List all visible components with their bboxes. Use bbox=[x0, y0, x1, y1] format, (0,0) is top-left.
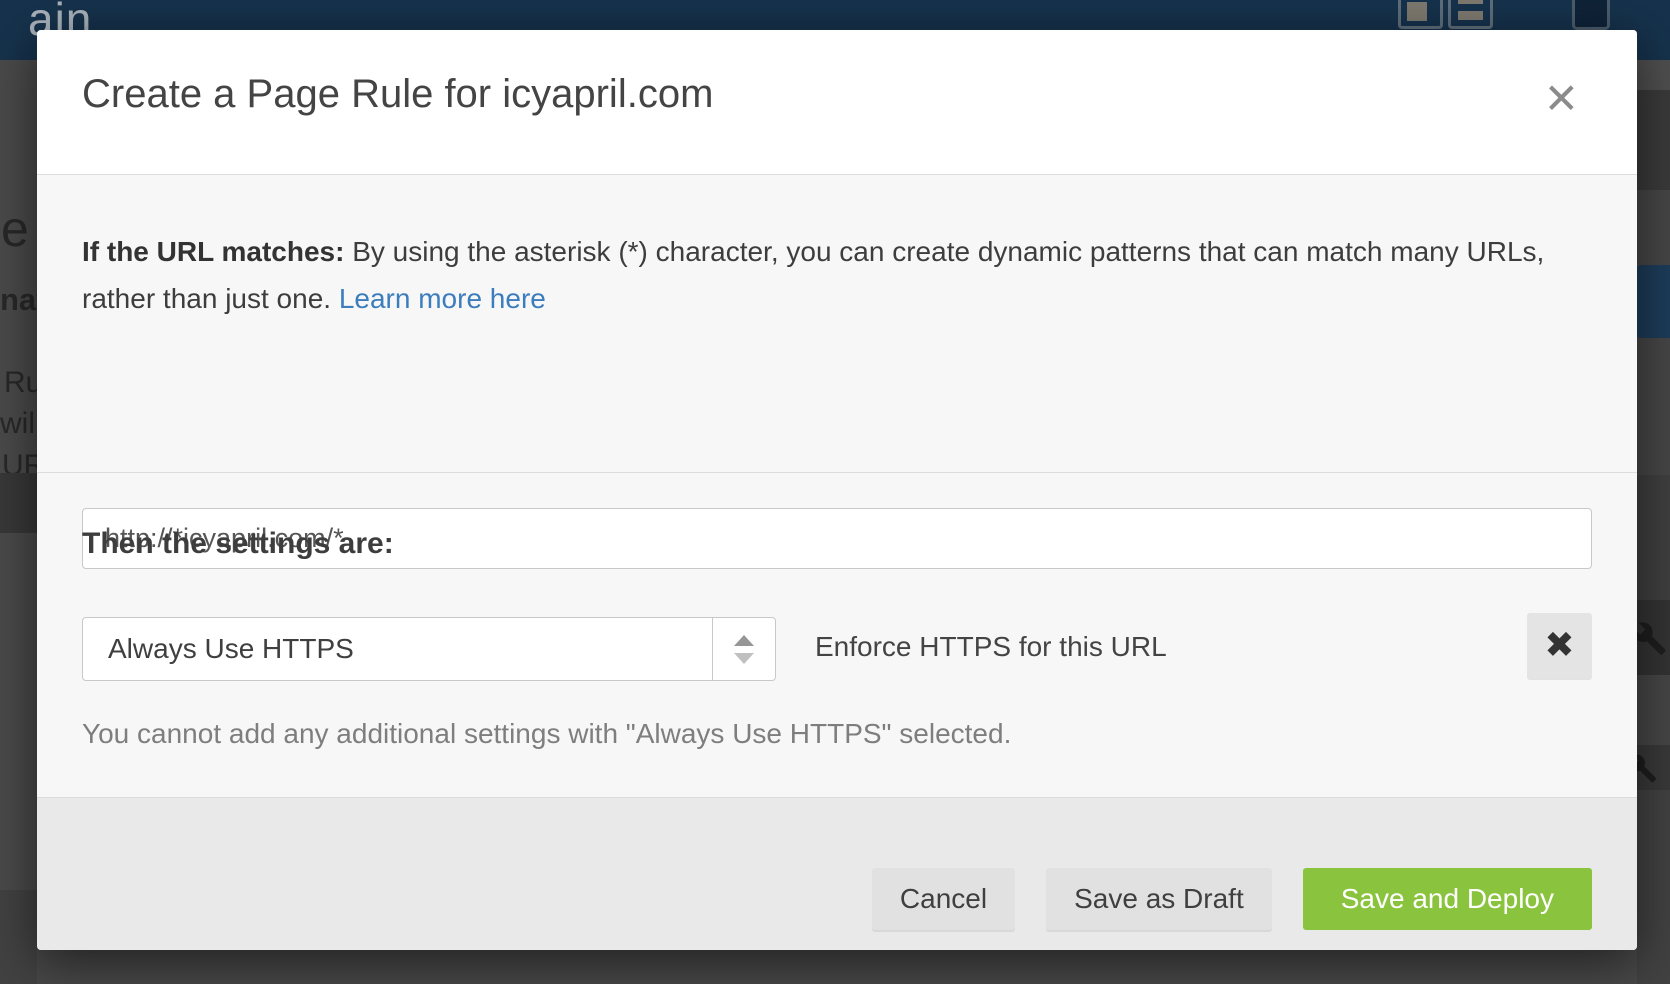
remove-icon: ✖ bbox=[1544, 625, 1574, 666]
cancel-button[interactable]: Cancel bbox=[872, 868, 1015, 930]
background-text-fragment: nav bbox=[0, 282, 37, 318]
footer-buttons: Cancel Save as Draft Save and Deploy bbox=[872, 868, 1592, 930]
card-view-icon bbox=[1398, 0, 1443, 29]
list-view-icon bbox=[1448, 0, 1493, 29]
page-root: ain. e nav Ru will UR Create a Page bbox=[0, 0, 1670, 984]
settings-heading: Then the settings are: bbox=[82, 527, 394, 561]
url-match-label: If the URL matches: bbox=[82, 236, 344, 267]
select-spinner[interactable] bbox=[712, 618, 775, 680]
setting-select[interactable]: Always Use HTTPS bbox=[82, 617, 776, 681]
spinner-up-icon bbox=[734, 635, 754, 646]
spinner-down-icon bbox=[734, 653, 754, 664]
create-page-rule-modal: Create a Page Rule for icyapril.com ✕ If… bbox=[37, 30, 1637, 950]
background-left-strip: e nav Ru will UR bbox=[0, 60, 37, 984]
layout-toggle-icons bbox=[1398, 0, 1493, 29]
modal-header: Create a Page Rule for icyapril.com ✕ bbox=[37, 30, 1637, 175]
wrench-icon bbox=[1637, 615, 1669, 659]
modal-title: Create a Page Rule for icyapril.com bbox=[82, 72, 713, 117]
background-footer-band bbox=[0, 890, 37, 984]
wrench-icon bbox=[1637, 748, 1659, 786]
background-text-fragment: e bbox=[1, 200, 29, 258]
remove-setting-button[interactable]: ✖ bbox=[1527, 613, 1592, 678]
url-match-description: If the URL matches: By using the asteris… bbox=[82, 228, 1562, 322]
save-as-draft-button[interactable]: Save as Draft bbox=[1046, 868, 1272, 930]
setting-note: You cannot add any additional settings w… bbox=[82, 718, 1011, 750]
background-partial-icon bbox=[1572, 0, 1610, 30]
background-text-fragment: will bbox=[0, 407, 37, 441]
setting-select-value: Always Use HTTPS bbox=[83, 633, 712, 665]
save-and-deploy-button[interactable]: Save and Deploy bbox=[1303, 868, 1592, 930]
learn-more-link[interactable]: Learn more here bbox=[339, 283, 546, 314]
modal-footer: Cancel Save as Draft Save and Deploy bbox=[37, 797, 1637, 950]
background-right-strip bbox=[1637, 60, 1670, 984]
background-table-header-band bbox=[0, 473, 37, 533]
url-match-section: If the URL matches: By using the asteris… bbox=[37, 176, 1637, 472]
setting-description: Enforce HTTPS for this URL bbox=[815, 631, 1167, 663]
background-text-fragment: Ru bbox=[4, 366, 37, 400]
settings-section: Then the settings are: Always Use HTTPS … bbox=[37, 473, 1637, 797]
background-blue-button-edge bbox=[1637, 265, 1670, 338]
close-icon[interactable]: ✕ bbox=[1544, 78, 1579, 120]
setting-row: Always Use HTTPS Enforce HTTPS for this … bbox=[37, 617, 1637, 682]
